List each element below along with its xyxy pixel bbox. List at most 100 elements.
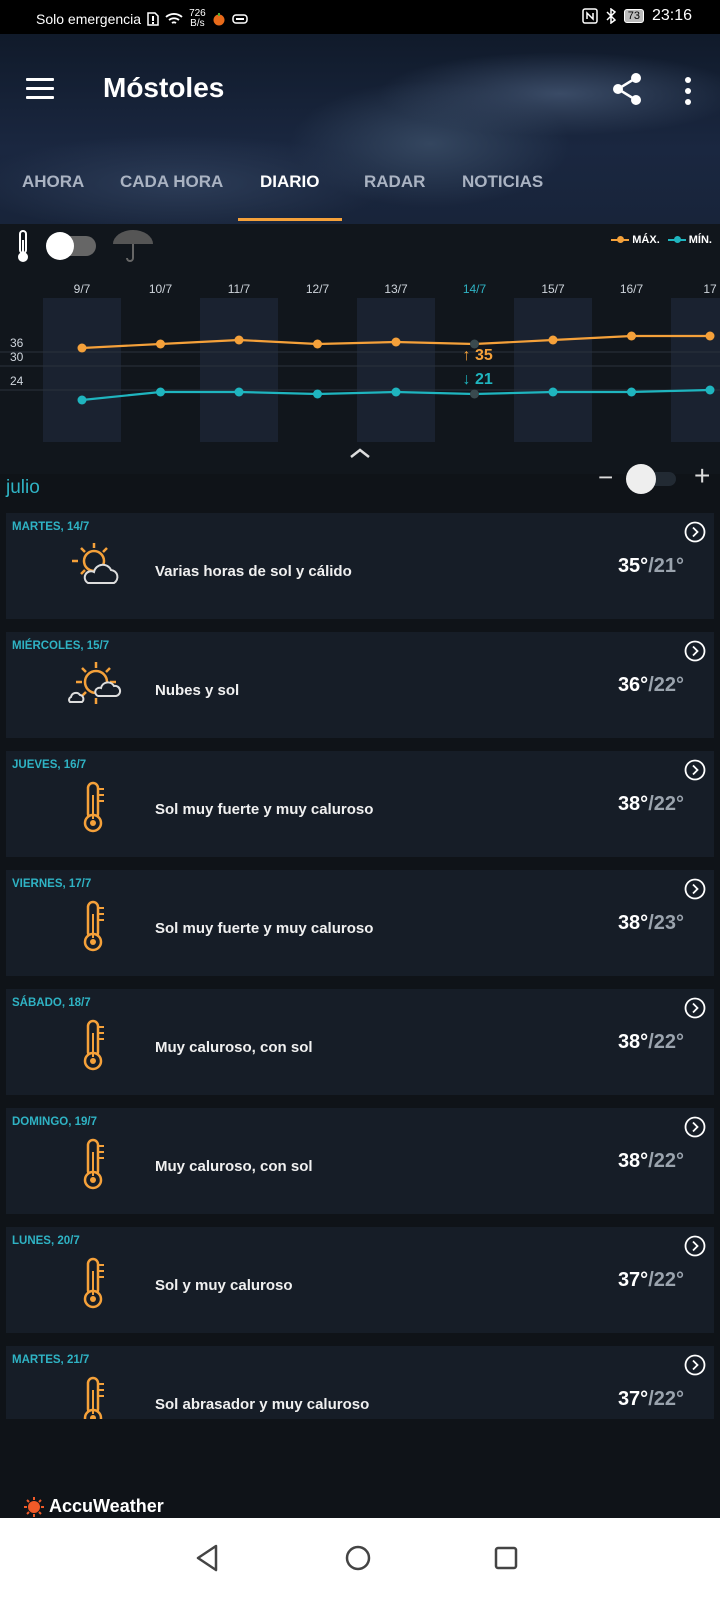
chevron-right-icon[interactable] [684, 1235, 706, 1257]
day-high: 38° [617, 1031, 649, 1053]
day-description: Sol muy fuerte y muy caluroso [155, 801, 374, 818]
graph-column-band [357, 298, 435, 442]
day-card[interactable]: DOMINGO, 19/7 Muy caluroso, con sol 38°/22… [6, 1108, 714, 1214]
tab-ahora[interactable]: AHORA [22, 172, 84, 192]
day-card[interactable]: MARTES, 21/7 Sol abrasador y muy caluroso… [6, 1346, 714, 1419]
thermometer-icon [66, 1134, 122, 1192]
min-series-point[interactable] [391, 387, 401, 397]
min-series-point[interactable] [627, 387, 636, 397]
carrier-label: Solo emergencia [36, 11, 142, 27]
x-date-label: 10/7 [149, 284, 173, 296]
tab-cada-hora[interactable]: CADA HORA [120, 172, 223, 192]
x-date-label: 16/7 [620, 284, 644, 296]
min-series-point[interactable] [234, 387, 244, 397]
footer: AccuWeather [0, 1420, 720, 1518]
day-card[interactable]: SÁBADO, 18/7 Muy caluroso, con sol 38°/22° [6, 989, 714, 1095]
day-temps: 36°/22° [618, 674, 684, 697]
zoom-knob[interactable] [626, 464, 656, 494]
max-series-point[interactable] [156, 339, 165, 349]
day-low: /23° [648, 912, 684, 934]
system-nav-bar [0, 1518, 720, 1600]
thermometer-toggle-icon [18, 230, 28, 262]
status-bar: Solo emergencia 726 B/s 73 23:16 [0, 0, 720, 34]
day-date: SÁBADO, 18/7 [12, 997, 91, 1009]
x-date-label: 12/7 [306, 284, 330, 296]
daily-forecast-list: MARTES, 14/7 Varias horas de sol y cálido… [6, 513, 714, 1419]
chevron-right-icon[interactable] [684, 1116, 706, 1138]
legend-max-label: MÁX. [632, 234, 660, 246]
day-high: 36° [617, 674, 649, 696]
day-description: Sol muy fuerte y muy caluroso [155, 920, 374, 937]
selected-min-label: ↓ 21 [463, 371, 493, 388]
day-card[interactable]: JUEVES, 16/7 Sol muy fuerte y muy caluros… [6, 751, 714, 857]
zoom-slider[interactable] [626, 464, 676, 494]
day-high: 37° [617, 1388, 649, 1410]
back-icon[interactable] [190, 1540, 226, 1576]
tab-radar[interactable]: RADAR [364, 172, 425, 192]
min-series-point[interactable] [156, 387, 165, 397]
tab-noticias[interactable]: NOTICIAS [462, 172, 543, 192]
chevron-right-icon[interactable] [684, 1354, 706, 1376]
daily-graph-panel: MÁX. MÍN. 36 30 24 9/7 10/7 11/7 12/7 13/7 14/7 1… [0, 224, 720, 474]
thermometer-icon [66, 1015, 122, 1073]
max-series-point[interactable] [627, 331, 636, 341]
min-series-point[interactable] [77, 395, 87, 405]
more-options-icon[interactable] [680, 76, 696, 106]
legend-max: MÁX. [611, 234, 660, 246]
day-high: 37° [617, 1269, 649, 1291]
chevron-right-icon[interactable] [684, 878, 706, 900]
tab-indicator [238, 218, 342, 221]
sun-logo-icon [24, 1496, 44, 1517]
chevron-right-icon[interactable] [684, 759, 706, 781]
day-card[interactable]: LUNES, 20/7 Sol y muy caluroso 37°/22° [6, 1227, 714, 1333]
zoom-control: − + [598, 460, 716, 494]
max-series-point[interactable] [77, 343, 87, 353]
recents-icon[interactable] [488, 1540, 524, 1576]
partly-sunny-icon [66, 539, 122, 597]
day-temps: 37°/22° [618, 1269, 684, 1292]
min-series-point[interactable] [705, 385, 715, 395]
zoom-out-button[interactable]: − [598, 462, 613, 493]
precip-toggle[interactable] [46, 232, 96, 260]
day-description: Muy caluroso, con sol [155, 1039, 313, 1056]
menu-button[interactable] [26, 78, 54, 100]
day-date: DOMINGO, 19/7 [12, 1116, 97, 1128]
home-icon[interactable] [340, 1540, 376, 1576]
max-series-point[interactable] [548, 335, 558, 345]
day-temps: 35°/21° [618, 555, 684, 578]
day-high: 35° [617, 555, 649, 577]
city-title[interactable]: Móstoles [103, 72, 224, 104]
day-low: /22° [648, 1388, 684, 1410]
chevron-right-icon[interactable] [684, 997, 706, 1019]
min-series-point[interactable] [548, 387, 558, 397]
chevron-right-icon[interactable] [684, 521, 706, 543]
day-card[interactable]: MARTES, 14/7 Varias horas de sol y cálido… [6, 513, 714, 619]
collapse-chevron-icon[interactable] [348, 446, 372, 460]
legend-min-label: MÍN. [688, 234, 712, 246]
day-description: Sol abrasador y muy caluroso [155, 1396, 370, 1413]
day-description: Varias horas de sol y cálido [155, 563, 352, 580]
status-left: Solo emergencia 726 B/s [36, 9, 248, 29]
temperature-graph[interactable]: 3630 24 9/7 10/7 11/7 12/7 13/7 14/7 15/7 16/7 17 ↑… [0, 284, 720, 454]
menu-icon-bar [26, 87, 54, 90]
day-card[interactable]: MIÉRCOLES, 15/7 Nubes y sol 36°/22° [6, 632, 714, 738]
selected-max-label: ↑ 35 [463, 347, 493, 364]
max-series-point[interactable] [705, 331, 715, 341]
x-date-label: 14/7 [463, 284, 487, 296]
zoom-in-button[interactable]: + [694, 460, 710, 492]
status-right: 73 23:16 [581, 7, 692, 25]
share-icon[interactable] [612, 72, 644, 106]
chevron-right-icon[interactable] [684, 640, 706, 662]
brand-name: AccuWeather [49, 1496, 164, 1516]
day-card[interactable]: VIERNES, 17/7 Sol muy fuerte y muy caluro… [6, 870, 714, 976]
x-date-label: 9/7 [74, 284, 91, 296]
x-date-label: 17 [703, 284, 717, 296]
min-series-point[interactable] [470, 389, 479, 399]
max-series-point[interactable] [313, 339, 322, 349]
max-series-point[interactable] [234, 335, 244, 345]
wifi-icon [165, 13, 183, 24]
min-series-point[interactable] [313, 389, 322, 399]
tab-diario[interactable]: DIARIO [260, 172, 320, 192]
max-series-point[interactable] [391, 337, 401, 347]
day-low: /22° [648, 674, 684, 696]
